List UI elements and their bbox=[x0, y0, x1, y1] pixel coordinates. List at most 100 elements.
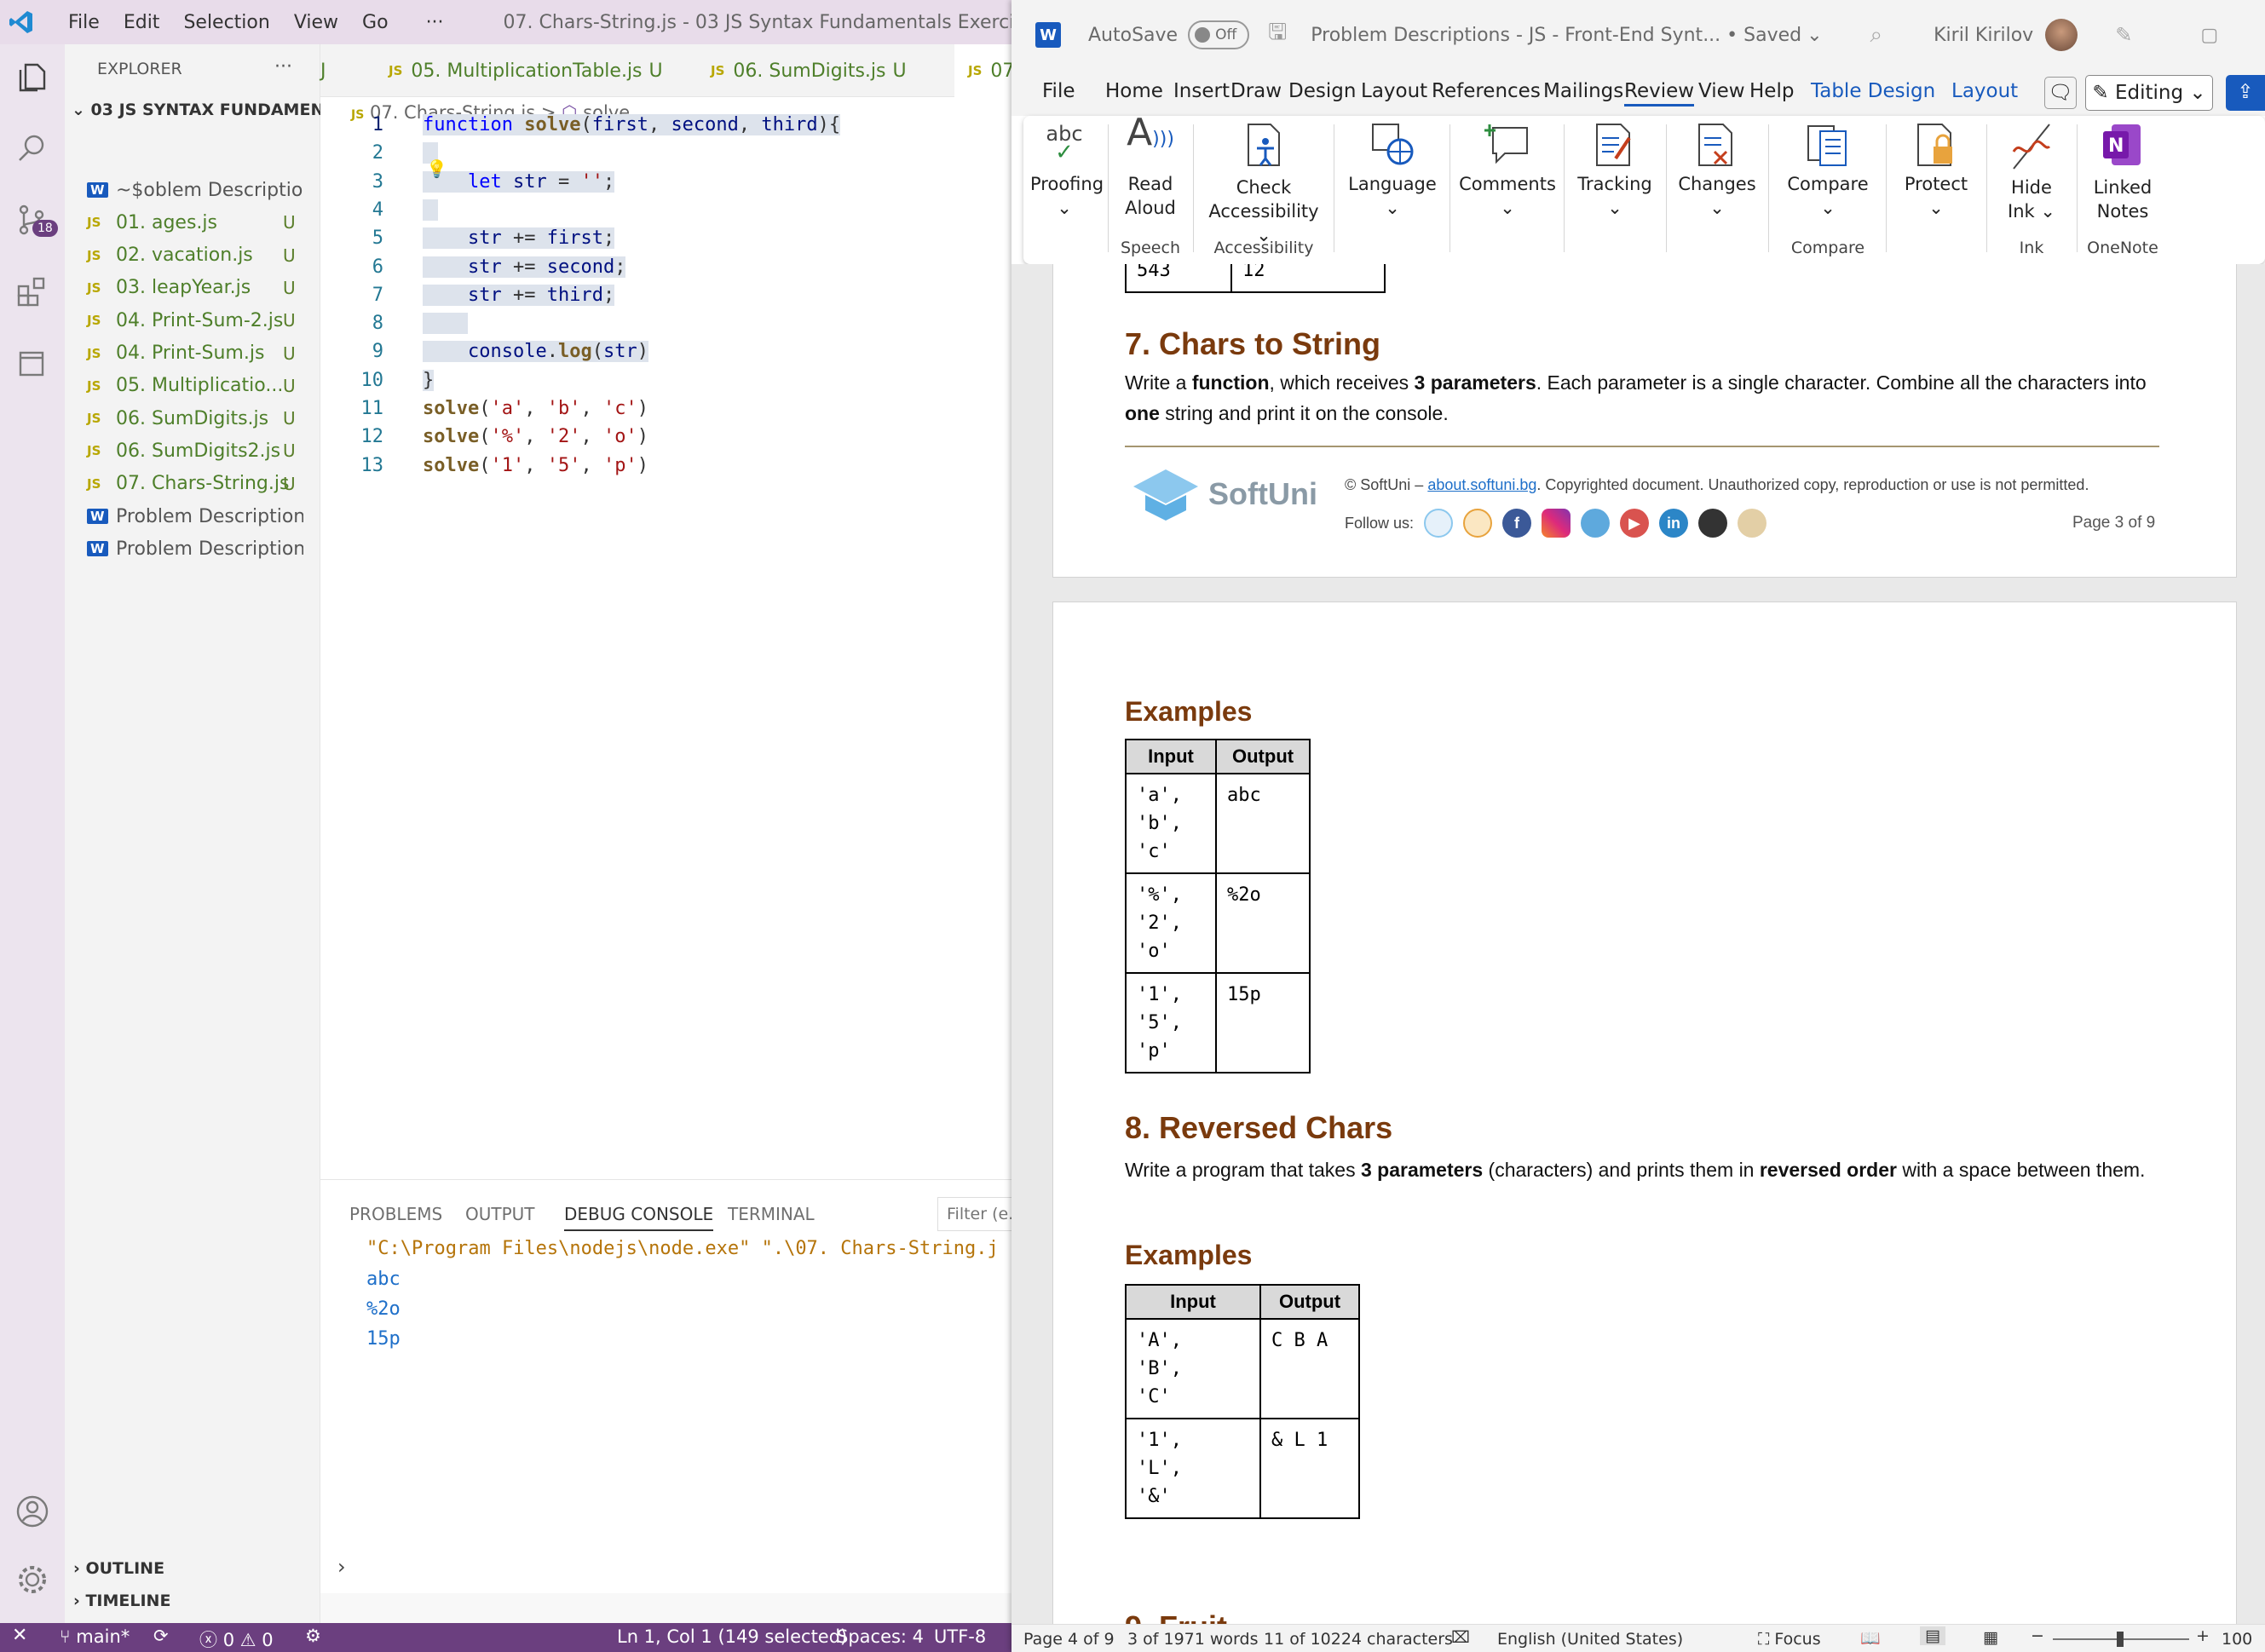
file-item[interactable]: JS 07. Chars-String.js U bbox=[65, 468, 320, 500]
language-status[interactable]: English (United States) bbox=[1497, 1630, 1683, 1649]
editing-mode-button[interactable]: ✎ Editing ⌄ bbox=[2085, 75, 2213, 111]
proofing-button[interactable]: abc ✓ Proofing ⌄ bbox=[1030, 121, 1104, 220]
file-item[interactable]: W Problem Descriptions ... bbox=[65, 532, 320, 565]
source-control-icon[interactable]: 18 bbox=[15, 203, 58, 237]
tab-insert[interactable]: Insert bbox=[1173, 80, 1230, 102]
autosave-toggle[interactable]: Off bbox=[1188, 20, 1250, 49]
panel-tab-output[interactable]: OUTPUT bbox=[465, 1204, 535, 1224]
code-editor[interactable]: JS 07. Chars-String.js > ⬡ solve 1 functi… bbox=[320, 97, 1014, 1179]
menu-view[interactable]: View bbox=[294, 12, 338, 33]
page-indicator[interactable]: Page 4 of 9 bbox=[1023, 1630, 1115, 1649]
tab-table-layout[interactable]: Layout bbox=[1951, 80, 2018, 102]
word-count[interactable]: 3 of 1971 words bbox=[1127, 1630, 1258, 1649]
code-line[interactable]: str += third; bbox=[423, 284, 615, 306]
file-item[interactable]: JS 04. Print-Sum-2.js U bbox=[65, 304, 320, 337]
minimize-icon[interactable]: ▢ bbox=[2200, 25, 2218, 46]
blog-icon[interactable] bbox=[1738, 509, 1767, 538]
protect-button[interactable]: Protect ⌄ bbox=[1893, 121, 1980, 220]
settings-gear-icon[interactable] bbox=[15, 1563, 49, 1597]
zoom-out-icon[interactable]: − bbox=[2031, 1626, 2044, 1645]
tab-help[interactable]: Help bbox=[1749, 80, 1794, 102]
file-item[interactable]: JS 05. Multiplicatio... U bbox=[65, 370, 320, 402]
panel-tab-problems[interactable]: PROBLEMS bbox=[349, 1204, 442, 1224]
panel-tab-terminal[interactable]: TERMINAL bbox=[728, 1204, 815, 1224]
zoom-level[interactable]: 100 bbox=[2222, 1630, 2252, 1649]
tab-view[interactable]: View bbox=[1698, 80, 1745, 102]
avatar[interactable] bbox=[2045, 19, 2078, 51]
compare-button[interactable]: Compare ⌄ bbox=[1777, 121, 1879, 220]
code-line[interactable]: let str = ''; bbox=[423, 170, 615, 193]
cursor-position[interactable]: Ln 1, Col 1 (149 selected) bbox=[617, 1626, 847, 1647]
footer-link[interactable]: about.softuni.bg bbox=[1427, 476, 1536, 493]
remote-icon[interactable]: ✕ bbox=[12, 1625, 27, 1646]
chevron-down-icon[interactable]: ⌄ bbox=[1807, 25, 1822, 46]
code-line[interactable]: solve('1', '5', 'p') bbox=[423, 455, 648, 476]
file-item[interactable]: W ~$oblem Description... bbox=[65, 174, 320, 206]
read-aloud-button[interactable]: A))) Read Aloud bbox=[1115, 114, 1185, 220]
language-button[interactable]: Language ⌄ bbox=[1342, 121, 1443, 220]
tab-mailings[interactable]: Mailings bbox=[1543, 80, 1623, 102]
remote-explorer-icon[interactable] bbox=[15, 346, 49, 380]
code-line[interactable] bbox=[423, 199, 438, 221]
tab-multiplication[interactable]: JS 05. MultiplicationTable.js U bbox=[389, 44, 663, 97]
tab-file[interactable]: File bbox=[1042, 80, 1075, 102]
explorer-more-icon[interactable]: ··· bbox=[274, 56, 292, 78]
softuni-creative-icon[interactable] bbox=[1463, 509, 1493, 538]
panel-tab-debug-console[interactable]: DEBUG CONSOLE bbox=[564, 1204, 714, 1231]
menu-edit[interactable]: Edit bbox=[124, 12, 160, 33]
menu-file[interactable]: File bbox=[68, 12, 100, 33]
tracking-button[interactable]: Tracking ⌄ bbox=[1571, 121, 1659, 220]
debug-icon[interactable]: ⚙ bbox=[305, 1626, 321, 1646]
document-canvas[interactable]: 543 12 7. Chars to String Write a functio… bbox=[1011, 264, 2265, 1624]
share-icon[interactable]: ⇪ bbox=[2226, 75, 2265, 111]
file-item[interactable]: JS 03. leapYear.js U bbox=[65, 272, 320, 304]
code-line[interactable]: solve('a', 'b', 'c') bbox=[423, 398, 648, 419]
changes-button[interactable]: Changes ⌄ bbox=[1673, 121, 1761, 220]
branch-indicator[interactable]: ⑂ main* bbox=[60, 1626, 130, 1647]
user-name[interactable]: Kiril Kirilov bbox=[1934, 25, 2033, 46]
tab-references[interactable]: References bbox=[1432, 80, 1541, 102]
zoom-slider-thumb[interactable] bbox=[2117, 1632, 2124, 1647]
tab-chars-string-active[interactable]: JS 07. bbox=[954, 44, 1020, 97]
search-icon[interactable]: ⌕ bbox=[1870, 22, 1883, 49]
proofing-status-icon[interactable]: ⌧ bbox=[1451, 1628, 1470, 1647]
pen-icon[interactable]: ✎ bbox=[2115, 23, 2132, 47]
tab-home[interactable]: Home bbox=[1105, 80, 1163, 102]
search-icon[interactable] bbox=[15, 131, 49, 165]
web-layout-icon[interactable]: ▦ bbox=[1983, 1628, 1998, 1647]
file-item[interactable]: JS 01. ages.js U bbox=[65, 206, 320, 239]
save-icon[interactable]: 🖫 bbox=[1268, 16, 1287, 54]
chevron-right-icon[interactable]: › bbox=[337, 1555, 346, 1579]
tab-table-design[interactable]: Table Design bbox=[1811, 80, 1935, 102]
explorer-icon[interactable] bbox=[15, 60, 49, 94]
code-line[interactable]: } bbox=[423, 369, 435, 391]
tab-sumdigits[interactable]: JS 06. SumDigits.js U bbox=[711, 44, 907, 97]
hide-ink-button[interactable]: Hide Ink ⌄ bbox=[1993, 121, 2070, 223]
account-icon[interactable] bbox=[15, 1494, 49, 1528]
read-mode-icon[interactable]: 📖 bbox=[1860, 1628, 1881, 1648]
code-line[interactable]: str += first; bbox=[423, 227, 615, 250]
file-item[interactable]: W Problem Descriptions ... bbox=[65, 500, 320, 532]
code-line[interactable]: str += second; bbox=[423, 256, 626, 278]
check-accessibility-button[interactable]: Check Accessibility ⌄ bbox=[1201, 121, 1327, 247]
file-item[interactable]: JS 04. Print-Sum.js U bbox=[65, 337, 320, 370]
code-line[interactable]: function solve(first, second, third){ bbox=[423, 114, 841, 135]
code-line[interactable] bbox=[423, 313, 468, 335]
character-count[interactable]: 11 of 10224 characters bbox=[1264, 1630, 1453, 1649]
sync-icon[interactable]: ⟳ bbox=[153, 1626, 169, 1646]
print-layout-icon[interactable]: ▤ bbox=[1920, 1626, 1945, 1645]
tab-review-active[interactable]: Review bbox=[1624, 80, 1695, 106]
menu-selection[interactable]: Selection bbox=[183, 12, 269, 33]
comments-icon[interactable]: 🗨 bbox=[2044, 77, 2077, 109]
folder-header[interactable]: ⌄ 03 JS SYNTAX FUNDAMEN... bbox=[72, 101, 343, 119]
tab-partial[interactable]: J bbox=[320, 44, 341, 97]
comments-button[interactable]: Comments ⌄ bbox=[1458, 121, 1557, 220]
document-title[interactable]: Problem Descriptions - JS - Front-End Sy… bbox=[1311, 25, 1801, 46]
file-item[interactable]: JS 02. vacation.js U bbox=[65, 239, 320, 272]
extensions-icon[interactable] bbox=[15, 274, 49, 308]
code-line[interactable]: solve('%', '2', 'o') bbox=[423, 426, 648, 447]
tab-design[interactable]: Design bbox=[1288, 80, 1356, 102]
instagram-icon[interactable] bbox=[1542, 509, 1571, 538]
file-item[interactable]: JS 06. SumDigits2.js U bbox=[65, 435, 320, 467]
indentation[interactable]: Spaces: 4 bbox=[837, 1626, 924, 1647]
